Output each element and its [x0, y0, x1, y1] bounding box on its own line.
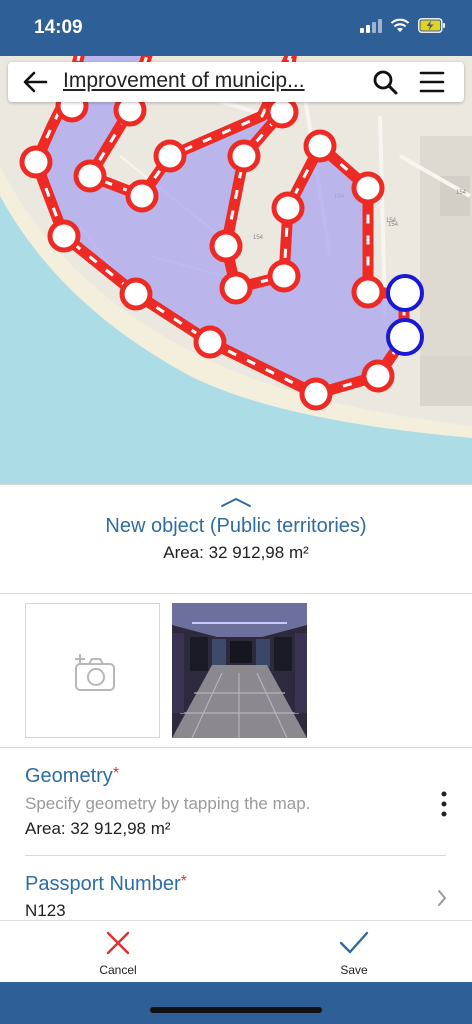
- vertex-handle[interactable]: [227, 139, 261, 173]
- menu-button[interactable]: [416, 68, 448, 96]
- vertex-handle[interactable]: [219, 271, 253, 305]
- vertex-handle-selected[interactable]: [386, 274, 424, 312]
- more-vertical-icon: [441, 791, 447, 817]
- status-bar: 14:09: [0, 0, 472, 56]
- toolbar: Improvement of municip...: [8, 62, 464, 102]
- vertex-handle[interactable]: [361, 359, 395, 393]
- vertex-handle[interactable]: [265, 95, 299, 129]
- vertex-handle[interactable]: [271, 191, 305, 225]
- vertex-handle-selected[interactable]: [386, 318, 424, 356]
- vertex-handle[interactable]: [19, 145, 53, 179]
- vertex-handle[interactable]: [299, 377, 333, 411]
- passport-open-button[interactable]: [434, 886, 450, 910]
- cancel-button[interactable]: Cancel: [73, 927, 163, 983]
- wifi-icon: [390, 18, 410, 32]
- object-area: Area: 32 912,98 m²: [163, 543, 309, 562]
- add-photo-button[interactable]: [25, 603, 160, 738]
- required-mark: *: [180, 873, 187, 890]
- required-mark: *: [112, 765, 120, 782]
- home-indicator[interactable]: [150, 1007, 322, 1013]
- map-label: 154: [456, 190, 467, 196]
- passport-label-text: Passport Number: [25, 873, 181, 895]
- save-label: Save: [340, 963, 368, 977]
- object-title: New object (Public territories): [105, 515, 367, 537]
- geometry-more-button[interactable]: [432, 788, 456, 820]
- search-icon: [373, 70, 398, 95]
- object-panel: New object (Public territories) Area: 32…: [0, 484, 472, 920]
- geometry-value: Area: 32 912,98 m²: [25, 819, 171, 838]
- page-title[interactable]: Improvement of municip...: [63, 69, 353, 93]
- search-button[interactable]: [370, 68, 402, 96]
- map-canvas[interactable]: 154 154 154 154 154: [0, 56, 472, 484]
- chevron-up-icon: [221, 497, 251, 507]
- vertex-handle[interactable]: [209, 229, 243, 263]
- status-time: 14:09: [34, 17, 83, 38]
- divider: [25, 855, 446, 856]
- map-label: 154: [388, 222, 399, 228]
- vertex-handle[interactable]: [351, 275, 385, 309]
- cancel-label: Cancel: [99, 963, 137, 977]
- photo-image: [172, 603, 307, 738]
- status-icons: [360, 18, 446, 33]
- vertex-handle[interactable]: [193, 325, 227, 359]
- geometry-field-label[interactable]: Geometry*: [25, 765, 119, 788]
- save-button[interactable]: Save: [309, 927, 399, 983]
- chevron-right-icon: [438, 890, 447, 906]
- map-label: 154: [253, 235, 264, 241]
- passport-value: N123: [25, 901, 66, 920]
- arrow-left-icon: [23, 71, 48, 93]
- signal-icon: [360, 18, 382, 33]
- divider: [0, 593, 472, 594]
- vertex-handle[interactable]: [351, 171, 385, 205]
- geometry-hint: Specify geometry by tapping the map.: [25, 794, 311, 813]
- battery-charging-icon: [418, 18, 445, 33]
- hamburger-menu-icon: [419, 71, 445, 93]
- panel-handle[interactable]: [220, 495, 252, 507]
- divider: [0, 747, 472, 748]
- back-button[interactable]: [20, 68, 50, 96]
- vertex-handle[interactable]: [125, 179, 159, 213]
- vertex-handle[interactable]: [119, 277, 153, 311]
- geometry-label-text: Geometry: [25, 765, 113, 787]
- vertex-handle[interactable]: [303, 129, 337, 163]
- action-bar: Cancel Save: [0, 920, 472, 982]
- home-indicator-area: [0, 982, 472, 1024]
- close-icon: [106, 931, 130, 955]
- photo-thumbnail[interactable]: [172, 603, 307, 738]
- passport-field-label[interactable]: Passport Number*: [25, 873, 187, 896]
- vertex-handle[interactable]: [153, 139, 187, 173]
- vertex-handle[interactable]: [47, 219, 81, 253]
- vertex-handle[interactable]: [267, 259, 301, 293]
- add-photo-camera-icon: [75, 654, 115, 691]
- checkmark-icon: [339, 931, 369, 954]
- map-view[interactable]: 154 154 154 154 154: [0, 56, 472, 484]
- vertex-handle[interactable]: [73, 159, 107, 193]
